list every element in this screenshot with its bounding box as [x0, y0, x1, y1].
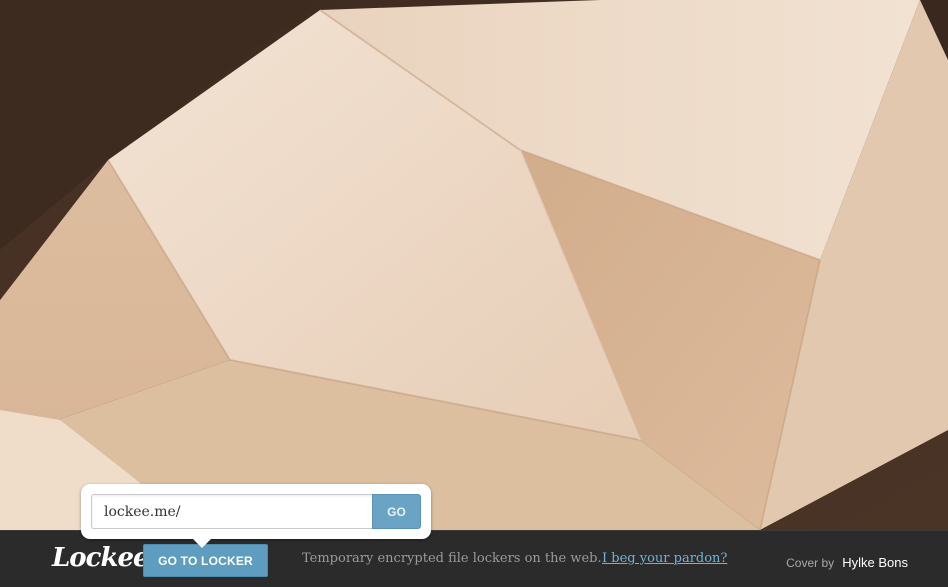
credit-author-link[interactable]: Hylke Bons [842, 555, 908, 570]
caret-down-icon [192, 538, 212, 548]
pardon-link[interactable]: I beg your pardon? [602, 551, 727, 566]
go-to-locker-button[interactable]: GO TO LOCKER [143, 544, 268, 577]
locker-url-input[interactable] [91, 494, 373, 529]
locker-popover: GO [81, 484, 431, 548]
cover-photo [0, 0, 948, 530]
lockee-logo[interactable]: Lockee [52, 543, 150, 573]
tagline: Temporary encrypted file lockers on the … [302, 551, 602, 566]
go-button[interactable]: GO [372, 494, 421, 529]
credit-prefix: Cover by [786, 556, 835, 570]
page: Lockee GO TO LOCKER Temporary encrypted … [0, 0, 948, 587]
cover-credit: Cover by Hylke Bons [786, 552, 908, 571]
